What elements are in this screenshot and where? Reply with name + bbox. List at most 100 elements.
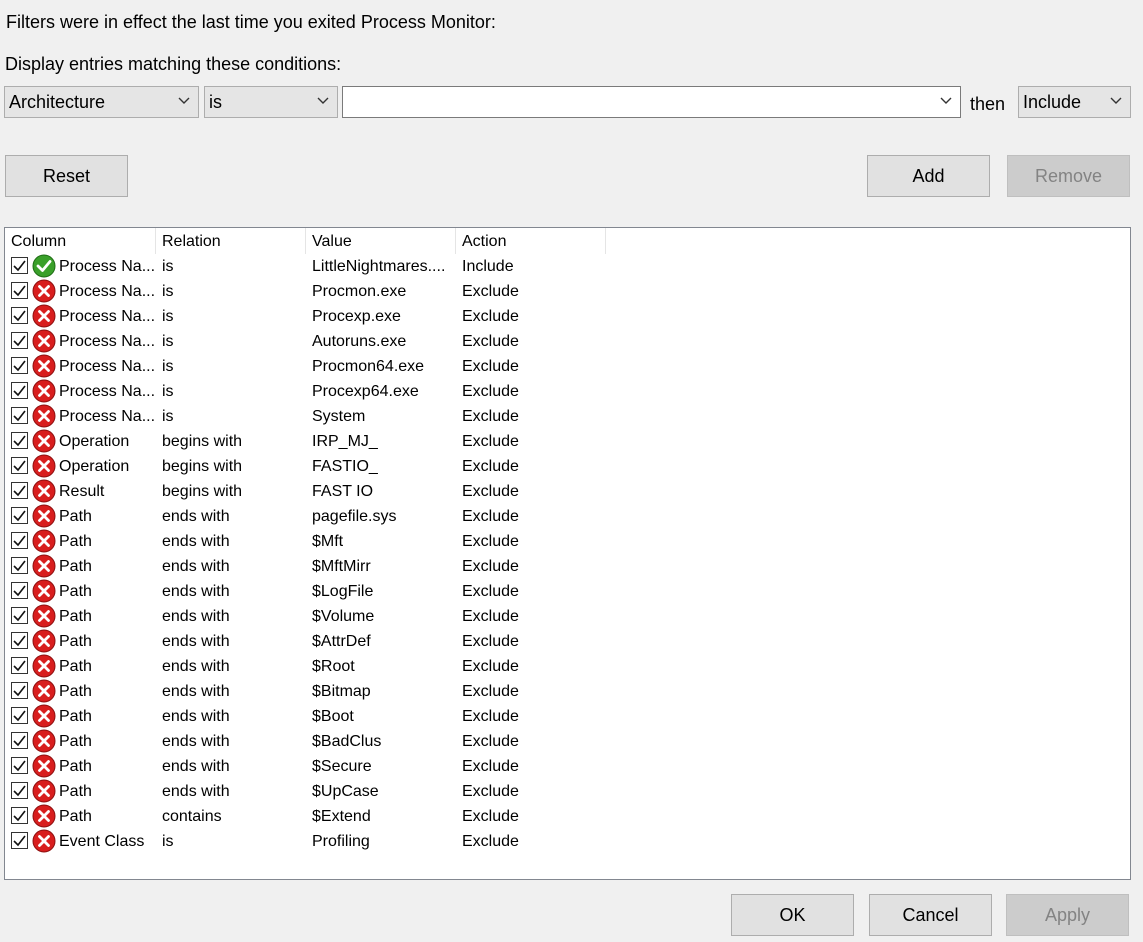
table-row[interactable]: Path ends with $Root Exclude bbox=[5, 654, 1130, 679]
exclude-x-icon bbox=[32, 629, 56, 653]
table-row[interactable]: Process Na... is Procexp64.exe Exclude bbox=[5, 379, 1130, 404]
cell-value: Procmon.exe bbox=[312, 283, 407, 300]
table-row[interactable]: Operation begins with IRP_MJ_ Exclude bbox=[5, 429, 1130, 454]
row-checkbox[interactable] bbox=[11, 832, 28, 849]
table-row[interactable]: Path ends with $Mft Exclude bbox=[5, 529, 1130, 554]
row-checkbox[interactable] bbox=[11, 632, 28, 649]
column-select-value: Architecture bbox=[9, 92, 106, 112]
row-checkbox[interactable] bbox=[11, 407, 28, 424]
relation-select[interactable]: is bbox=[204, 86, 338, 118]
value-combobox[interactable] bbox=[342, 86, 961, 118]
cell-action: Exclude bbox=[462, 383, 519, 400]
table-row[interactable]: Process Na... is Autoruns.exe Exclude bbox=[5, 329, 1130, 354]
row-checkbox[interactable] bbox=[11, 582, 28, 599]
add-button[interactable]: Add bbox=[867, 155, 990, 197]
checkmark-icon bbox=[13, 635, 26, 647]
cell-value: FAST IO bbox=[312, 483, 374, 500]
row-checkbox[interactable] bbox=[11, 507, 28, 524]
action-select[interactable]: Include bbox=[1018, 86, 1131, 118]
cancel-button[interactable]: Cancel bbox=[869, 894, 992, 936]
ok-button[interactable]: OK bbox=[731, 894, 854, 936]
table-row[interactable]: Path contains $Extend Exclude bbox=[5, 804, 1130, 829]
chevron-down-icon bbox=[178, 97, 190, 104]
cell-column: Process Na... bbox=[59, 283, 155, 300]
table-row[interactable]: Path ends with $MftMirr Exclude bbox=[5, 554, 1130, 579]
cell-relation: ends with bbox=[162, 683, 230, 700]
exclude-x-icon bbox=[32, 729, 56, 753]
table-row[interactable]: Path ends with $AttrDef Exclude bbox=[5, 629, 1130, 654]
remove-button[interactable]: Remove bbox=[1007, 155, 1130, 197]
row-checkbox[interactable] bbox=[11, 707, 28, 724]
row-checkbox[interactable] bbox=[11, 782, 28, 799]
table-row[interactable]: Path ends with $Bitmap Exclude bbox=[5, 679, 1130, 704]
cell-relation: ends with bbox=[162, 733, 230, 750]
cell-column: Path bbox=[59, 508, 92, 525]
table-row[interactable]: Process Na... is System Exclude bbox=[5, 404, 1130, 429]
cell-column: Path bbox=[59, 583, 92, 600]
row-checkbox[interactable] bbox=[11, 757, 28, 774]
cell-column: Path bbox=[59, 633, 92, 650]
cell-relation: is bbox=[162, 283, 174, 300]
row-checkbox[interactable] bbox=[11, 532, 28, 549]
row-checkbox[interactable] bbox=[11, 282, 28, 299]
row-checkbox[interactable] bbox=[11, 482, 28, 499]
cell-column: Operation bbox=[59, 458, 130, 475]
checkmark-icon bbox=[13, 585, 26, 597]
row-checkbox[interactable] bbox=[11, 432, 28, 449]
exclude-x-icon bbox=[32, 604, 56, 628]
row-checkbox[interactable] bbox=[11, 607, 28, 624]
exclude-x-icon bbox=[32, 529, 56, 553]
cell-value: $Root bbox=[312, 658, 355, 675]
cell-column: Path bbox=[59, 733, 92, 750]
filter-list[interactable]: Column Relation Value Action Process Na.… bbox=[4, 227, 1131, 880]
table-row[interactable]: Event Class is Profiling Exclude bbox=[5, 829, 1130, 854]
chevron-down-icon bbox=[940, 97, 952, 104]
chevron-down-icon bbox=[317, 97, 329, 104]
row-checkbox[interactable] bbox=[11, 732, 28, 749]
table-row[interactable]: Path ends with pagefile.sys Exclude bbox=[5, 504, 1130, 529]
column-header-column[interactable]: Column bbox=[5, 228, 156, 254]
cell-column: Path bbox=[59, 708, 92, 725]
row-checkbox[interactable] bbox=[11, 657, 28, 674]
cell-action: Exclude bbox=[462, 833, 519, 850]
row-checkbox[interactable] bbox=[11, 682, 28, 699]
cell-relation: ends with bbox=[162, 633, 230, 650]
cell-column: Path bbox=[59, 783, 92, 800]
row-checkbox[interactable] bbox=[11, 457, 28, 474]
table-row[interactable]: Process Na... is Procmon64.exe Exclude bbox=[5, 354, 1130, 379]
cell-relation: ends with bbox=[162, 758, 230, 775]
column-header-value[interactable]: Value bbox=[306, 228, 456, 254]
row-checkbox[interactable] bbox=[11, 307, 28, 324]
table-row[interactable]: Path ends with $Volume Exclude bbox=[5, 604, 1130, 629]
exclude-x-icon bbox=[32, 579, 56, 603]
column-select[interactable]: Architecture bbox=[4, 86, 199, 118]
table-row[interactable]: Result begins with FAST IO Exclude bbox=[5, 479, 1130, 504]
row-checkbox[interactable] bbox=[11, 807, 28, 824]
row-checkbox[interactable] bbox=[11, 357, 28, 374]
table-row[interactable]: Process Na... is Procmon.exe Exclude bbox=[5, 279, 1130, 304]
reset-button[interactable]: Reset bbox=[5, 155, 128, 197]
table-row[interactable]: Operation begins with FASTIO_ Exclude bbox=[5, 454, 1130, 479]
then-label: then bbox=[970, 94, 1006, 114]
table-row[interactable]: Process Na... is LittleNightmares.... Inclu… bbox=[5, 254, 1130, 279]
apply-button[interactable]: Apply bbox=[1006, 894, 1129, 936]
checkmark-icon bbox=[13, 535, 26, 547]
row-checkbox[interactable] bbox=[11, 382, 28, 399]
table-row[interactable]: Path ends with $LogFile Exclude bbox=[5, 579, 1130, 604]
row-checkbox[interactable] bbox=[11, 257, 28, 274]
row-checkbox[interactable] bbox=[11, 332, 28, 349]
column-header-relation[interactable]: Relation bbox=[156, 228, 306, 254]
table-row[interactable]: Path ends with $Boot Exclude bbox=[5, 704, 1130, 729]
table-row[interactable]: Path ends with $UpCase Exclude bbox=[5, 779, 1130, 804]
exclude-x-icon bbox=[32, 404, 56, 428]
row-checkbox[interactable] bbox=[11, 557, 28, 574]
table-row[interactable]: Path ends with $Secure Exclude bbox=[5, 754, 1130, 779]
table-row[interactable]: Path ends with $BadClus Exclude bbox=[5, 729, 1130, 754]
exclude-x-icon bbox=[32, 354, 56, 378]
cell-action: Exclude bbox=[462, 633, 519, 650]
list-header: Column Relation Value Action bbox=[5, 228, 1130, 254]
table-row[interactable]: Process Na... is Procexp.exe Exclude bbox=[5, 304, 1130, 329]
column-header-action[interactable]: Action bbox=[456, 228, 606, 254]
checkmark-icon bbox=[13, 335, 26, 347]
checkmark-icon bbox=[13, 485, 26, 497]
